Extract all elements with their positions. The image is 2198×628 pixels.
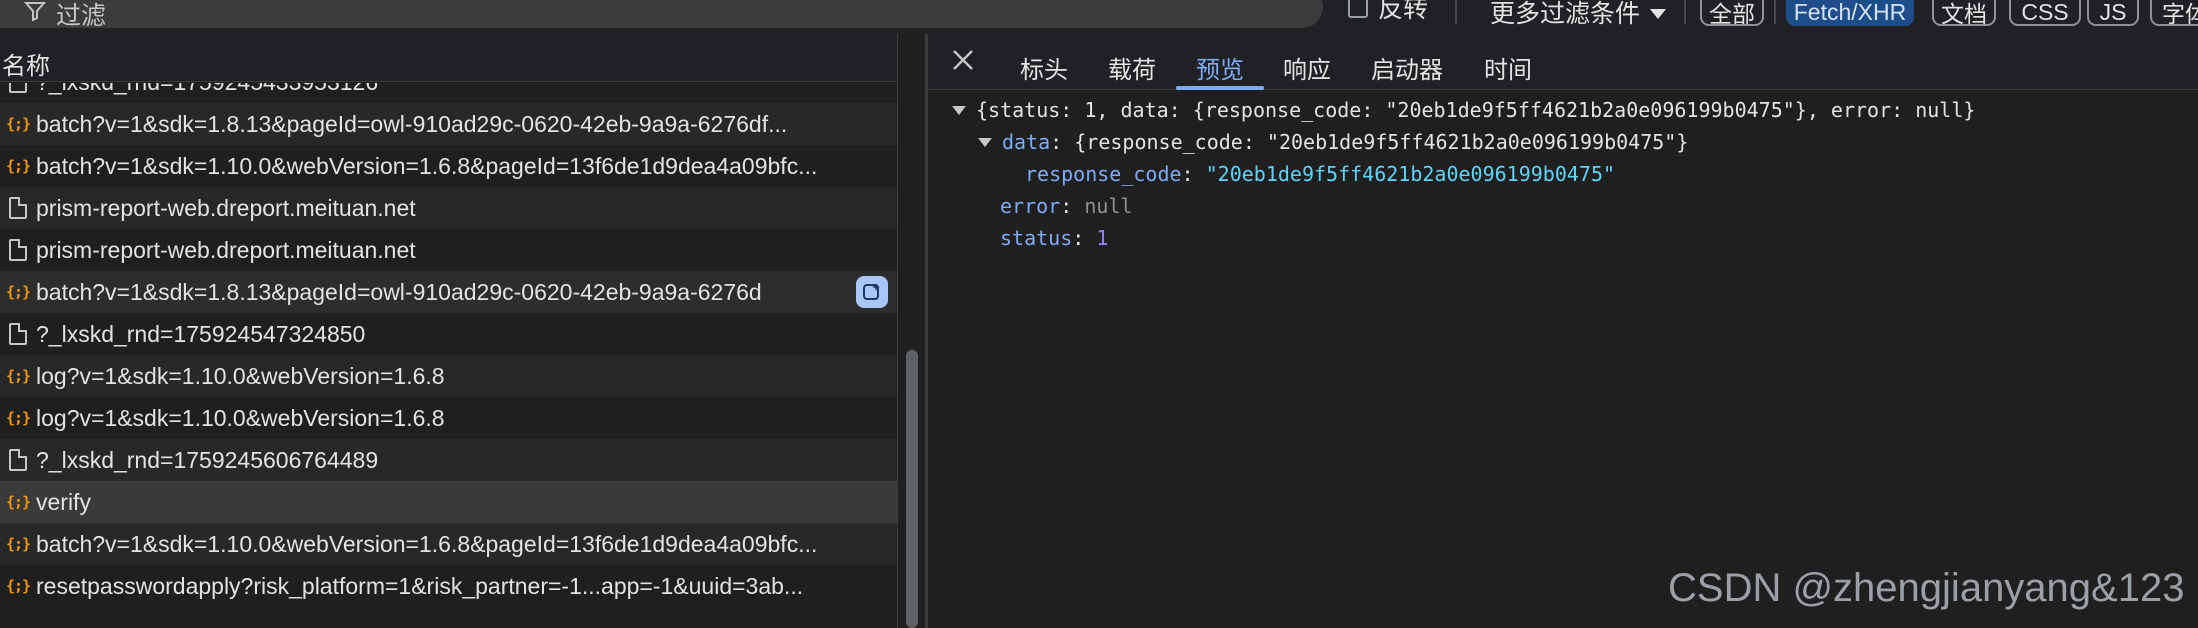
json-number-value: 1 <box>1096 226 1109 250</box>
toolbar-divider <box>1684 0 1686 24</box>
xhr-icon: {;} <box>5 367 31 385</box>
request-row[interactable]: {;} batch?v=1&sdk=1.10.0&webVersion=1.6.… <box>0 523 897 565</box>
filter-funnel-icon <box>22 0 48 22</box>
active-tab-indicator <box>1176 86 1264 90</box>
tab-initiator[interactable]: 启动器 <box>1371 50 1443 85</box>
name-column-label: 名称 <box>2 53 50 80</box>
request-name: batch?v=1&sdk=1.8.13&pageId=owl-910ad29c… <box>36 278 762 305</box>
xhr-icon: {;} <box>5 535 31 553</box>
expand-triangle-icon[interactable] <box>978 137 992 147</box>
type-filter-doc[interactable]: 文档 <box>1932 0 1996 27</box>
request-list-panel: 名称 ?_lxskd_rnd=1759245433953126 {;} batc… <box>0 34 897 628</box>
toolbar-divider <box>1455 0 1457 24</box>
request-row[interactable]: {;} batch?v=1&sdk=1.8.13&pageId=owl-910a… <box>0 271 897 313</box>
request-row-selected[interactable]: {;} verify <box>0 481 897 523</box>
more-filters-dropdown[interactable]: 更多过滤条件 <box>1490 0 1667 30</box>
request-row[interactable]: ?_lxskd_rnd=1759245606764489 <box>0 439 897 481</box>
request-name: ?_lxskd_rnd=1759245433953126 <box>36 83 378 96</box>
request-name: batch?v=1&sdk=1.10.0&webVersion=1.6.8&pa… <box>36 152 818 179</box>
tab-response[interactable]: 响应 <box>1283 50 1331 85</box>
csdn-watermark: CSDN @zhengjianyang&123 <box>1668 566 2185 610</box>
json-key: status <box>1000 226 1073 250</box>
invert-label: 反转 <box>1378 0 1429 23</box>
filter-toolbar: 过滤 反转 更多过滤条件 全部 Fetch/XHR 文档 CSS JS 字体 <box>0 0 2198 34</box>
json-response-code-line[interactable]: response_code: "20eb1de9f5ff4621b2a0e096… <box>1025 162 1615 186</box>
json-key: data <box>1002 130 1051 154</box>
document-icon <box>0 229 36 271</box>
request-name: verify <box>36 488 91 515</box>
json-key: error <box>1000 194 1061 218</box>
request-name: ?_lxskd_rnd=1759245606764489 <box>36 446 379 473</box>
request-row[interactable]: {;} log?v=1&sdk=1.10.0&webVersion=1.6.8 <box>0 397 897 439</box>
xhr-icon: {;} <box>5 409 31 427</box>
json-root-summary: {status: 1, data: {response_code: "20eb1… <box>976 98 1976 122</box>
tab-timing[interactable]: 时间 <box>1484 50 1532 85</box>
more-filters-label: 更多过滤条件 <box>1490 0 1641 28</box>
json-root-line[interactable]: {status: 1, data: {response_code: "20eb1… <box>952 98 1975 122</box>
tab-preview[interactable]: 预览 <box>1196 50 1244 85</box>
json-colon: : <box>1050 130 1075 154</box>
document-icon <box>0 439 36 481</box>
type-filter-fetch-xhr[interactable]: Fetch/XHR <box>1786 0 1914 26</box>
json-error-line[interactable]: error: null <box>1000 194 1132 218</box>
document-icon <box>0 187 36 229</box>
request-row[interactable]: {;} batch?v=1&sdk=1.10.0&webVersion=1.6.… <box>0 145 897 187</box>
request-row[interactable]: ?_lxskd_rnd=1759245433953126 <box>0 83 897 103</box>
request-row[interactable]: prism-report-web.dreport.meituan.net <box>0 187 897 229</box>
xhr-icon: {;} <box>5 115 31 133</box>
filter-placeholder: 过滤 <box>56 2 107 30</box>
request-name: batch?v=1&sdk=1.8.13&pageId=owl-910ad29c… <box>36 110 788 137</box>
close-icon[interactable] <box>951 48 975 72</box>
request-name: ?_lxskd_rnd=175924547324850 <box>36 320 366 347</box>
json-colon: : <box>1072 226 1097 250</box>
filter-input[interactable]: 过滤 <box>0 0 1323 30</box>
type-filter-css[interactable]: CSS <box>2009 0 2081 26</box>
type-filter-all[interactable]: 全部 <box>1700 0 1764 27</box>
json-colon: : <box>1060 194 1085 218</box>
invert-checkbox-group[interactable]: 反转 <box>1348 0 1429 23</box>
xhr-icon: {;} <box>5 577 31 595</box>
chevron-down-icon <box>1650 9 1667 19</box>
scrollbar-thumb[interactable] <box>906 350 918 628</box>
toolbar-divider <box>1774 0 1776 24</box>
request-detail-panel: 标头 载荷 预览 响应 启动器 时间 {status: 1, data: {re… <box>928 34 2198 628</box>
type-filter-font[interactable]: 字体 <box>2150 0 2198 27</box>
document-icon <box>0 83 36 103</box>
detail-tab-bar: 标头 载荷 预览 响应 启动器 时间 <box>928 34 2198 90</box>
request-rows: ?_lxskd_rnd=1759245433953126 {;} batch?v… <box>0 83 897 628</box>
xhr-icon: {;} <box>5 283 31 301</box>
xhr-icon: {;} <box>5 157 31 175</box>
request-row[interactable]: prism-report-web.dreport.meituan.net <box>0 229 897 271</box>
request-row[interactable]: ?_lxskd_rnd=175924547324850 <box>0 313 897 355</box>
json-colon: : <box>1181 162 1206 186</box>
request-row[interactable]: {;} resetpasswordapply?risk_platform=1&r… <box>0 565 897 607</box>
request-name: resetpasswordapply?risk_platform=1&risk_… <box>36 572 804 599</box>
request-row[interactable]: {;} log?v=1&sdk=1.10.0&webVersion=1.6.8 <box>0 355 897 397</box>
json-string-value: "20eb1de9f5ff4621b2a0e096199b0475" <box>1205 162 1616 186</box>
type-filter-js[interactable]: JS <box>2087 0 2139 26</box>
expand-triangle-icon[interactable] <box>952 105 966 115</box>
request-row[interactable]: {;} batch?v=1&sdk=1.8.13&pageId=owl-910a… <box>0 103 897 145</box>
request-name: log?v=1&sdk=1.10.0&webVersion=1.6.8 <box>36 362 445 389</box>
name-column-header[interactable]: 名称 <box>0 34 897 82</box>
request-name: log?v=1&sdk=1.10.0&webVersion=1.6.8 <box>36 404 445 431</box>
tab-headers[interactable]: 标头 <box>1020 50 1068 85</box>
json-data-summary: {response_code: "20eb1de9f5ff4621b2a0e09… <box>1074 130 1689 154</box>
ai-assistance-icon[interactable] <box>856 276 888 308</box>
json-null-value: null <box>1084 194 1133 218</box>
json-key: response_code <box>1025 162 1182 186</box>
json-data-line[interactable]: data: {response_code: "20eb1de9f5ff4621b… <box>978 130 1688 154</box>
xhr-icon: {;} <box>5 493 31 511</box>
invert-checkbox[interactable] <box>1348 0 1368 18</box>
request-name: prism-report-web.dreport.meituan.net <box>36 236 416 263</box>
json-status-line[interactable]: status: 1 <box>1000 226 1108 250</box>
request-name: batch?v=1&sdk=1.10.0&webVersion=1.6.8&pa… <box>36 530 818 557</box>
tab-payload[interactable]: 载荷 <box>1108 50 1156 85</box>
request-name: prism-report-web.dreport.meituan.net <box>36 194 416 221</box>
document-icon <box>0 313 36 355</box>
